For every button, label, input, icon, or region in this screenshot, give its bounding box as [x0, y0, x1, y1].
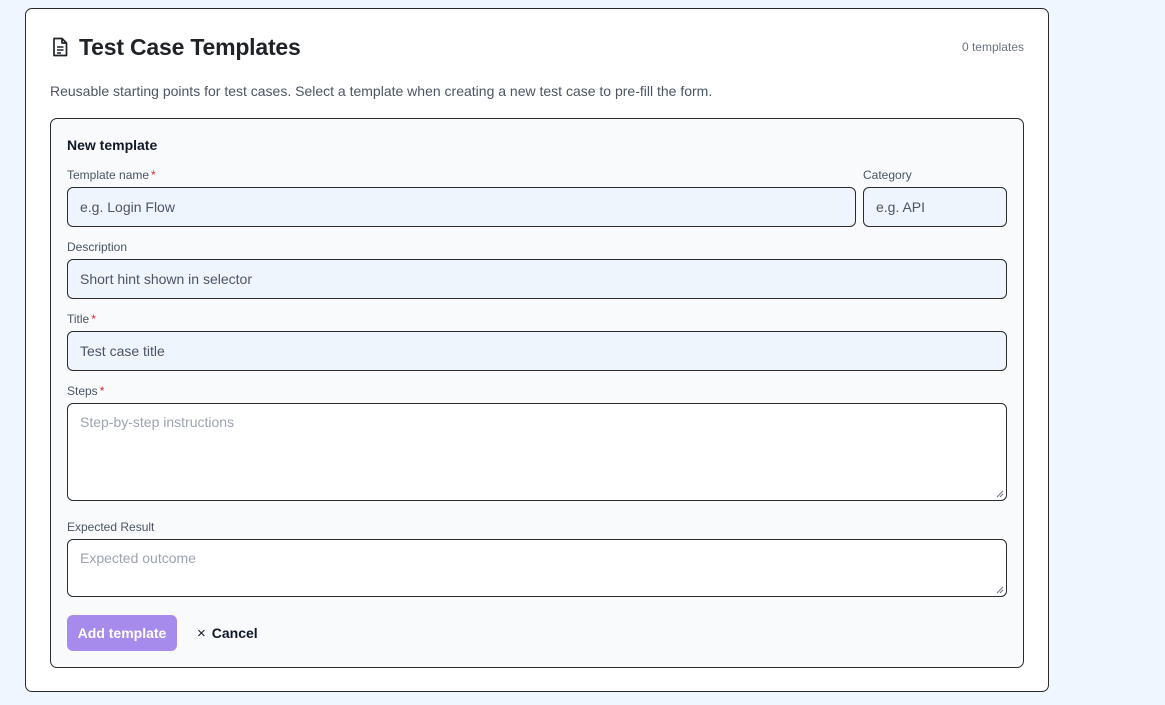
- expected-result-textarea[interactable]: Expected outcome: [67, 539, 1007, 597]
- new-template-form: New template Template name * e.g. Login F…: [50, 118, 1024, 668]
- resize-handle-icon[interactable]: [996, 586, 1004, 594]
- page-title: Test Case Templates: [79, 34, 301, 60]
- cancel-button[interactable]: × Cancel: [197, 615, 258, 651]
- template-name-label: Template name *: [67, 168, 156, 182]
- page-subtitle: Reusable starting points for test cases.…: [50, 83, 713, 99]
- document-icon: [53, 37, 68, 57]
- steps-placeholder: Step-by-step instructions: [80, 414, 235, 430]
- steps-label-text: Steps: [67, 384, 98, 398]
- form-heading: New template: [67, 137, 158, 153]
- template-name-label-text: Template name: [67, 168, 150, 182]
- steps-textarea[interactable]: Step-by-step instructions: [67, 403, 1007, 501]
- title-label-text: Title: [67, 312, 90, 326]
- template-count: 0 templates: [961, 40, 1024, 54]
- description-input[interactable]: Short hint shown in selector: [67, 259, 1007, 299]
- templates-card: Test Case Templates 0 templates Reusable…: [25, 8, 1049, 692]
- required-marker: *: [99, 384, 105, 398]
- required-marker: *: [151, 168, 156, 182]
- steps-label: Steps *: [67, 384, 104, 398]
- add-template-button[interactable]: Add template: [67, 615, 177, 651]
- close-icon: ×: [197, 625, 206, 642]
- category-input[interactable]: e.g. API: [863, 187, 1007, 227]
- template-name-input[interactable]: e.g. Login Flow: [67, 187, 856, 227]
- description-label: Description: [67, 240, 128, 254]
- title-input[interactable]: Test case title: [67, 331, 1007, 371]
- title-label: Title *: [67, 312, 96, 326]
- cancel-label: Cancel: [211, 625, 258, 641]
- card-header: Test Case Templates 0 templates: [51, 33, 1024, 63]
- expected-result-placeholder: Expected outcome: [80, 550, 196, 566]
- required-marker: *: [91, 312, 96, 326]
- expected-result-label: Expected Result: [67, 520, 155, 534]
- resize-handle-icon[interactable]: [996, 490, 1004, 498]
- category-label: Category: [863, 168, 912, 182]
